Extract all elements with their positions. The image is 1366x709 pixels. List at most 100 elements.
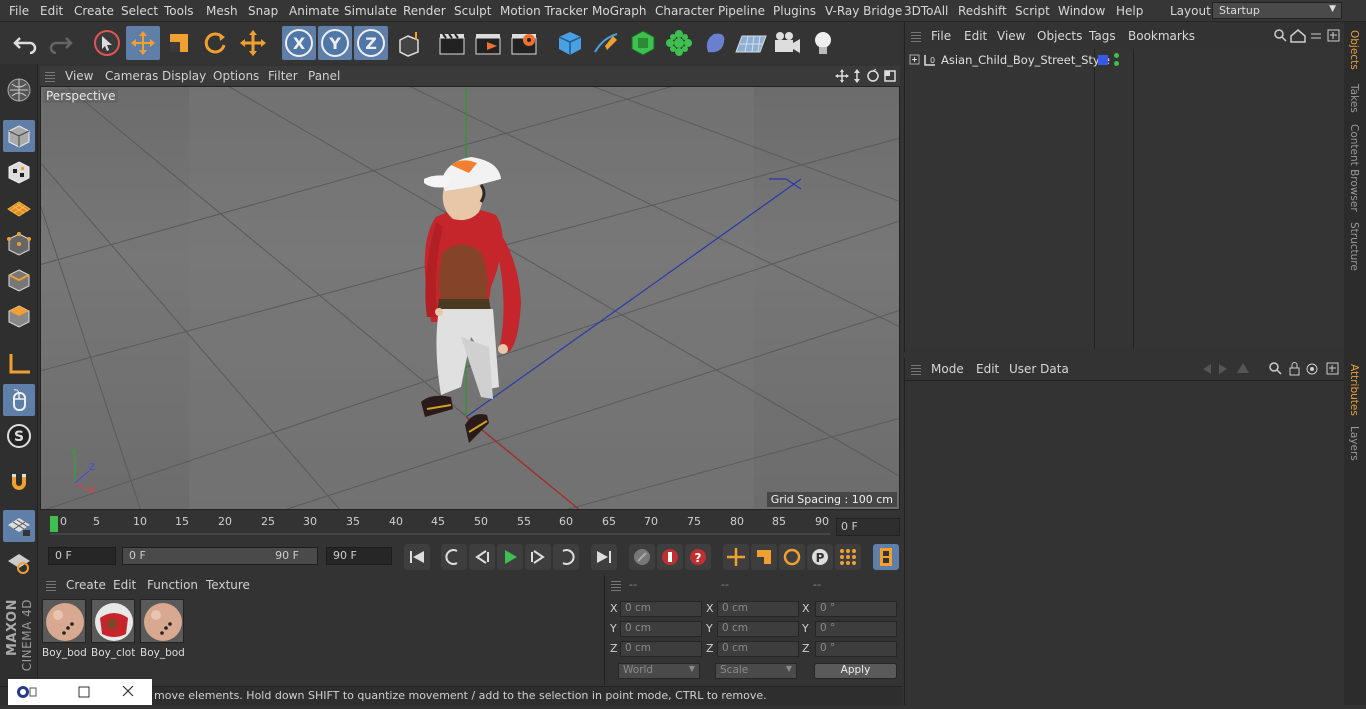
search-icon[interactable] bbox=[1269, 362, 1282, 375]
position-z-field[interactable]: 0 cm bbox=[620, 641, 702, 657]
current-frame-field[interactable]: 0 F bbox=[836, 518, 900, 536]
tab-attributes[interactable]: Attributes bbox=[1348, 364, 1360, 416]
object-name[interactable]: Asian_Child_Boy_Street_Style bbox=[941, 53, 1110, 67]
autokey-button[interactable] bbox=[657, 544, 683, 570]
rotation-p-field[interactable]: 0 ° bbox=[815, 621, 897, 637]
viewport-menu-cameras[interactable]: Cameras bbox=[105, 69, 158, 83]
floor-object-button[interactable] bbox=[734, 26, 768, 60]
points-mode-button[interactable] bbox=[3, 228, 35, 260]
material-menu-create[interactable]: Create bbox=[66, 578, 106, 592]
rotation-h-field[interactable]: 0 ° bbox=[815, 601, 897, 617]
key-rotation-button[interactable] bbox=[779, 544, 805, 570]
menu-window[interactable]: Window bbox=[1058, 4, 1105, 18]
play-button[interactable] bbox=[497, 544, 523, 570]
cube-object-button[interactable] bbox=[553, 26, 587, 60]
frame-range-slider[interactable]: 0 F 90 F bbox=[122, 547, 318, 565]
viewport-menu-view[interactable]: View bbox=[65, 69, 93, 83]
coordinate-mode-select[interactable]: World ▼ bbox=[618, 663, 700, 679]
timeline-ruler[interactable]: 0 5 10 15 20 25 30 35 40 45 50 55 60 65 … bbox=[40, 512, 902, 542]
apply-button[interactable]: Apply bbox=[814, 663, 897, 679]
menu-script[interactable]: Script bbox=[1015, 4, 1050, 18]
forward-arrow-icon[interactable] bbox=[1219, 364, 1227, 374]
attribute-menu-mode[interactable]: Mode bbox=[931, 362, 964, 376]
previous-key-button[interactable] bbox=[441, 544, 467, 570]
menu-pipeline[interactable]: Pipeline bbox=[718, 4, 765, 18]
object-menu-objects[interactable]: Objects bbox=[1037, 29, 1082, 43]
object-menu-bookmarks[interactable]: Bookmarks bbox=[1128, 29, 1195, 43]
size-y-field[interactable]: 0 cm bbox=[717, 621, 799, 637]
menu-plugins[interactable]: Plugins bbox=[773, 4, 816, 18]
viewport-menu-panel[interactable]: Panel bbox=[308, 69, 340, 83]
key-pla-button[interactable] bbox=[835, 544, 861, 570]
zoom-view-icon[interactable] bbox=[854, 69, 860, 83]
workplane-lock-button[interactable] bbox=[3, 510, 35, 542]
object-row[interactable]: 0 Asian_Child_Boy_Street_Style bbox=[905, 50, 1343, 70]
layer-color-icon[interactable] bbox=[1098, 55, 1108, 65]
size-x-field[interactable]: 0 cm bbox=[717, 601, 799, 617]
live-selection-button[interactable] bbox=[90, 26, 124, 60]
material-menu-function[interactable]: Function bbox=[147, 578, 198, 592]
playhead-marker[interactable] bbox=[50, 516, 58, 532]
menu-mograph[interactable]: MoGraph bbox=[592, 4, 647, 18]
restore-window-icon[interactable] bbox=[77, 685, 91, 699]
rotate-view-icon[interactable] bbox=[867, 68, 879, 82]
locked-workplane-button[interactable] bbox=[3, 546, 35, 578]
scale-tool-button[interactable] bbox=[162, 26, 196, 60]
move-tool-button[interactable] bbox=[126, 26, 160, 60]
tab-content-browser[interactable]: Content Browser bbox=[1348, 124, 1360, 212]
new-panel-icon[interactable] bbox=[1327, 29, 1340, 42]
z-axis-lock-button[interactable]: Z bbox=[354, 26, 388, 60]
material-swatch[interactable]: Boy_bod bbox=[140, 599, 185, 659]
x-axis-lock-button[interactable]: X bbox=[282, 26, 316, 60]
size-mode-select[interactable]: Scale ▼ bbox=[715, 663, 797, 679]
go-to-end-button[interactable] bbox=[591, 544, 617, 570]
home-icon[interactable] bbox=[1290, 29, 1306, 43]
menu-tools[interactable]: Tools bbox=[164, 4, 194, 18]
deformer-button[interactable] bbox=[698, 26, 732, 60]
menu-create[interactable]: Create bbox=[74, 4, 114, 18]
lock-icon[interactable] bbox=[1289, 362, 1300, 376]
snap-toggle-button[interactable] bbox=[3, 466, 35, 498]
rotate-tool-button[interactable] bbox=[198, 26, 232, 60]
menu-redshift[interactable]: Redshift bbox=[958, 4, 1007, 18]
object-menu-edit[interactable]: Edit bbox=[964, 29, 987, 43]
menu-select[interactable]: Select bbox=[121, 4, 158, 18]
next-frame-button[interactable] bbox=[525, 544, 551, 570]
material-swatch[interactable]: Boy_bod bbox=[42, 599, 87, 659]
close-icon[interactable] bbox=[121, 684, 135, 698]
render-to-picture-viewer-button[interactable] bbox=[471, 26, 505, 60]
menu-mesh[interactable]: Mesh bbox=[206, 4, 238, 18]
edges-mode-button[interactable] bbox=[3, 264, 35, 296]
target-icon[interactable] bbox=[1306, 363, 1318, 375]
tweak-mode-button[interactable] bbox=[3, 384, 35, 416]
menu-character[interactable]: Character bbox=[655, 4, 714, 18]
menu-sculpt[interactable]: Sculpt bbox=[454, 4, 491, 18]
pan-view-icon[interactable] bbox=[835, 69, 849, 83]
redo-button[interactable] bbox=[44, 26, 78, 60]
object-menu-file[interactable]: File bbox=[931, 29, 951, 43]
render-view-button[interactable] bbox=[435, 26, 469, 60]
light-object-button[interactable] bbox=[806, 26, 840, 60]
tab-takes[interactable]: Takes bbox=[1348, 84, 1360, 113]
attribute-menu-user-data[interactable]: User Data bbox=[1009, 362, 1069, 376]
undo-button[interactable] bbox=[8, 26, 42, 60]
material-menu-edit[interactable]: Edit bbox=[113, 578, 136, 592]
polygons-mode-button[interactable] bbox=[3, 300, 35, 332]
keyframe-selection-button[interactable]: ? bbox=[685, 544, 711, 570]
key-scale-button[interactable] bbox=[751, 544, 777, 570]
search-icon[interactable] bbox=[1274, 29, 1287, 42]
back-arrow-icon[interactable] bbox=[1203, 364, 1211, 374]
layout-select[interactable]: Startup ▼ bbox=[1212, 2, 1342, 19]
expand-icon[interactable] bbox=[909, 54, 921, 66]
viewport-menu-options[interactable]: Options bbox=[213, 69, 259, 83]
go-to-start-button[interactable] bbox=[404, 544, 430, 570]
rotation-b-field[interactable]: 0 ° bbox=[815, 641, 897, 657]
y-axis-lock-button[interactable]: Y bbox=[318, 26, 352, 60]
menu-simulate[interactable]: Simulate bbox=[344, 4, 397, 18]
model-mode-button[interactable] bbox=[3, 120, 35, 152]
camera-object-button[interactable] bbox=[770, 26, 804, 60]
menu-help[interactable]: Help bbox=[1116, 4, 1143, 18]
menu-motion-tracker[interactable]: Motion Tracker bbox=[500, 4, 588, 18]
cloner-button[interactable] bbox=[662, 26, 696, 60]
workplane-mode-button[interactable] bbox=[3, 192, 35, 224]
